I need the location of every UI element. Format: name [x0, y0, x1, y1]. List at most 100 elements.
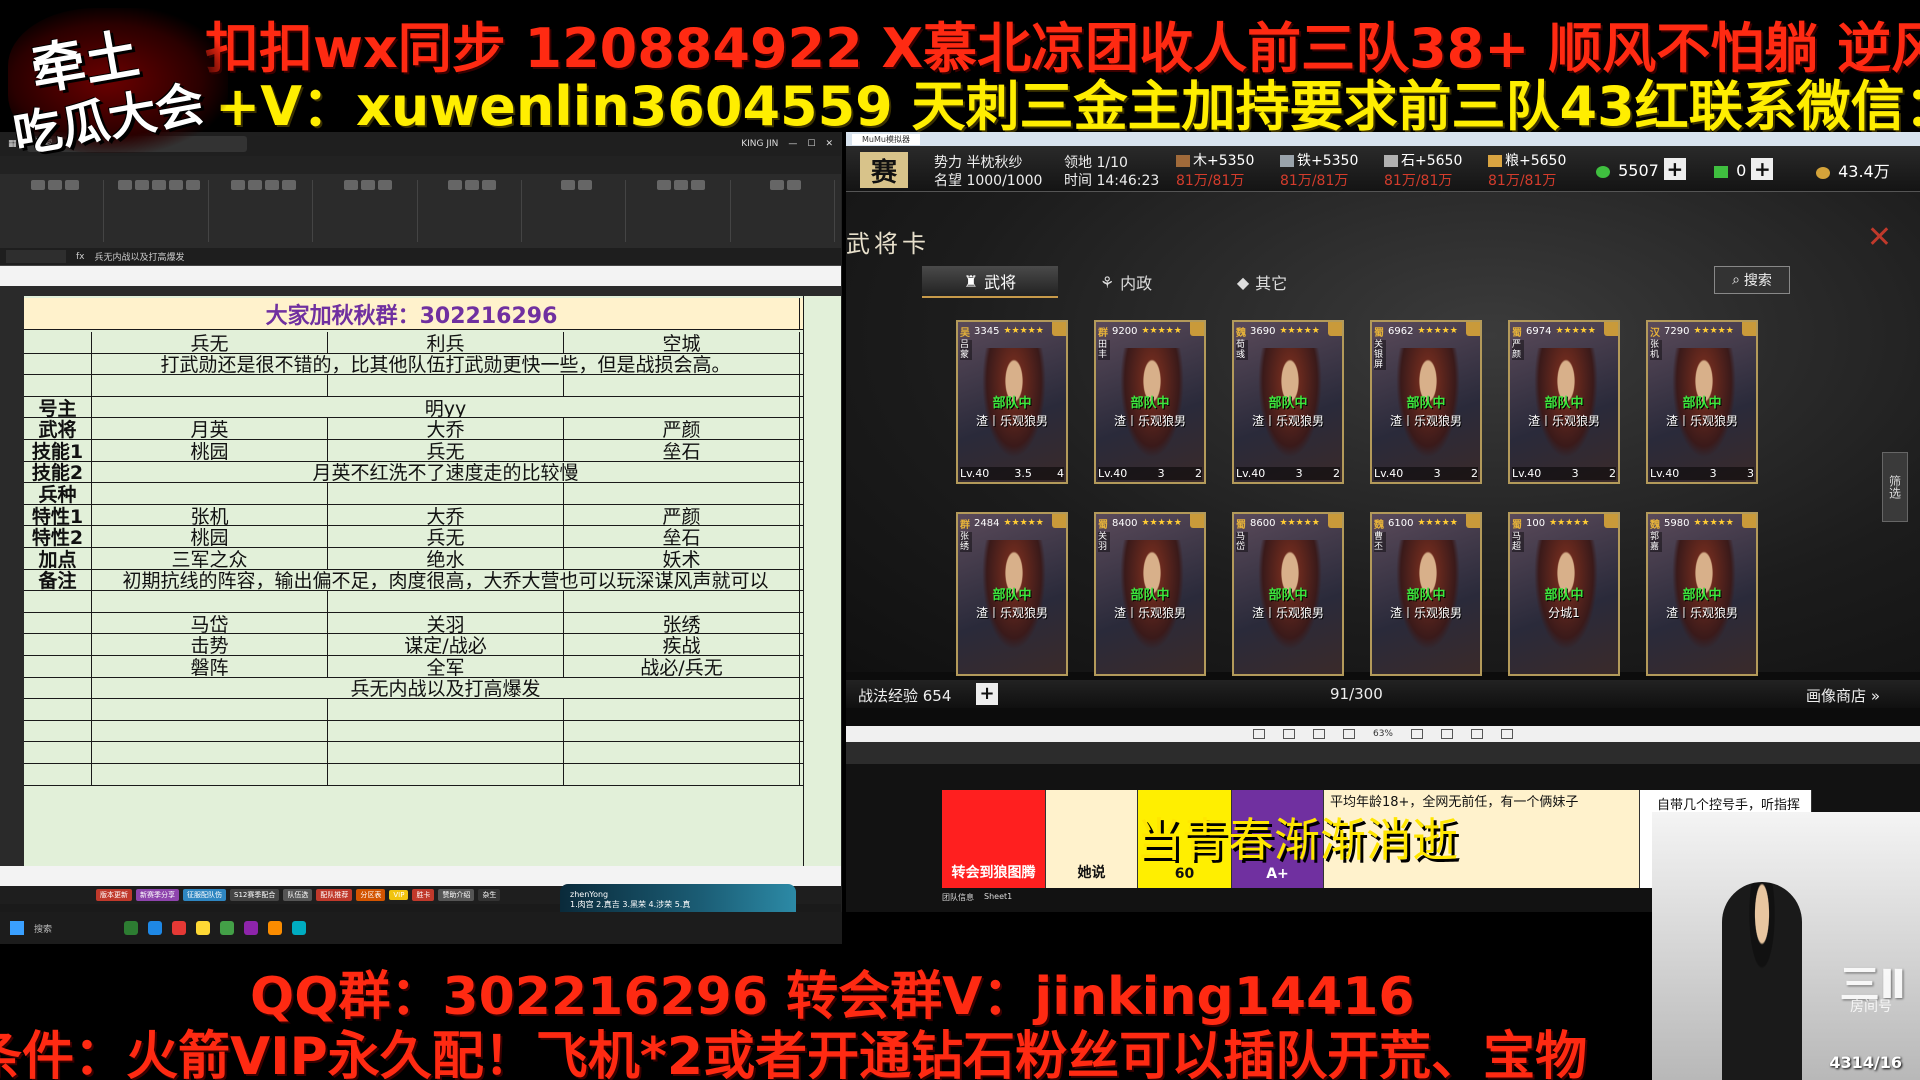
cell-b[interactable]: 月英: [92, 418, 328, 439]
ribbon-group-cells[interactable]: [528, 180, 627, 242]
general-card[interactable]: 魏 6100 ★★★★★ 曹丕 部队中 渣丨乐观狼男: [1370, 512, 1482, 676]
cell-d[interactable]: 疾战: [564, 634, 800, 655]
taskbar-app-icon[interactable]: [220, 921, 234, 935]
cell-label[interactable]: [24, 720, 92, 742]
ribbon-group-editing[interactable]: [632, 180, 731, 242]
merged-cell[interactable]: 打武勋还是很不错的，比其他队伍打武勋更快一些，但是战损会高。: [92, 353, 800, 375]
cell-d[interactable]: 严颜: [564, 418, 800, 439]
rotate-icon[interactable]: [1441, 729, 1453, 739]
cell-c[interactable]: 全军: [328, 656, 564, 677]
cell-label[interactable]: 特性1: [24, 504, 92, 526]
cell-b[interactable]: 马岱: [92, 612, 328, 634]
cell-label[interactable]: 兵种: [24, 483, 92, 504]
tab-2[interactable]: ⚘ 内政: [1058, 266, 1194, 298]
sheet-tab[interactable]: S12赛季配合: [230, 889, 280, 901]
cell-d[interactable]: 战必/兵无: [564, 656, 800, 677]
cell-b[interactable]: [92, 742, 328, 763]
general-card[interactable]: 群 2484 ★★★★★ 张绣 部队中 渣丨乐观狼男: [956, 512, 1068, 676]
sheet-tab[interactable]: 新赛季分享: [136, 889, 179, 901]
cell-b[interactable]: 击势: [92, 634, 328, 655]
sheet-tab[interactable]: VIP: [389, 890, 409, 900]
ribbon-group-analysis[interactable]: [737, 180, 835, 242]
sheet-tab[interactable]: 胜卡: [412, 889, 435, 901]
cell-b[interactable]: [92, 720, 328, 742]
cell-label[interactable]: 技能1: [24, 440, 92, 461]
cell-label[interactable]: 号主: [24, 396, 92, 418]
formula-content[interactable]: 兵无内战以及打高爆发: [95, 250, 185, 263]
sheet-tab[interactable]: 版本更新: [96, 889, 132, 901]
mini-cell-she-said[interactable]: 她说: [1046, 790, 1138, 888]
cell-c[interactable]: 大乔: [328, 504, 564, 526]
windows-start-icon[interactable]: [10, 921, 24, 935]
cell-b[interactable]: [92, 483, 328, 504]
zoom-in-icon[interactable]: [1411, 729, 1423, 739]
taskbar-app-icon[interactable]: [172, 921, 186, 935]
cell-label[interactable]: [24, 699, 92, 720]
ribbon-group-styles[interactable]: [424, 180, 522, 242]
cell-b[interactable]: [92, 591, 328, 612]
title-cell[interactable]: 大家加秋秋群：302216296: [24, 298, 800, 329]
portrait-shop-button[interactable]: 画像商店 »: [1806, 685, 1880, 706]
ribbon-group-clipboard[interactable]: [6, 180, 105, 242]
general-card[interactable]: 汉 7290 ★★★★★ 张机 部队中 渣丨乐观狼男 Lv.40 3 3: [1646, 320, 1758, 484]
cell-label[interactable]: [24, 332, 92, 353]
filter-button[interactable]: 筛选: [1882, 452, 1908, 522]
search-button[interactable]: ⌕ 搜索: [1714, 266, 1790, 294]
ribbon-group-number[interactable]: [319, 180, 418, 242]
cell-d[interactable]: [564, 699, 800, 720]
sheet-tab[interactable]: 杂生: [478, 889, 501, 901]
general-card[interactable]: 蜀 8600 ★★★★★ 马岱 部队中 渣丨乐观狼男: [1232, 512, 1344, 676]
cell-label[interactable]: 技能2: [24, 461, 92, 483]
taskbar-app-icon[interactable]: [196, 921, 210, 935]
cell-label[interactable]: 特性2: [24, 526, 92, 547]
ribbon-group-font[interactable]: [110, 180, 209, 242]
merged-cell[interactable]: 月英不红洗不了速度走的比较慢: [92, 461, 800, 483]
cell-c[interactable]: [328, 375, 564, 396]
cell-label[interactable]: [24, 591, 92, 612]
cell-d[interactable]: 张绣: [564, 612, 800, 634]
cell-b[interactable]: [92, 699, 328, 720]
cell-label[interactable]: [24, 656, 92, 677]
cell-d[interactable]: [564, 720, 800, 742]
download-icon[interactable]: [1501, 729, 1513, 739]
cell-d[interactable]: [564, 742, 800, 763]
sheet-tab[interactable]: 征服配队伤: [183, 889, 226, 901]
maximize-icon[interactable]: ☐: [807, 139, 815, 149]
cell-c[interactable]: [328, 699, 564, 720]
cell-label[interactable]: 备注: [24, 569, 92, 591]
cell-b[interactable]: 张机: [92, 504, 328, 526]
cell-c[interactable]: [328, 720, 564, 742]
cell-label[interactable]: [24, 353, 92, 375]
cell-c[interactable]: 谋定/战必: [328, 634, 564, 655]
cell-label[interactable]: [24, 764, 92, 785]
general-card[interactable]: 蜀 6962 ★★★★★ 关银屏 部队中 渣丨乐观狼男 Lv.40 3 2: [1370, 320, 1482, 484]
cell-d[interactable]: 妖术: [564, 548, 800, 569]
general-card[interactable]: 蜀 6974 ★★★★★ 严颜 部队中 渣丨乐观狼男 Lv.40 3 2: [1508, 320, 1620, 484]
cell-d[interactable]: [564, 375, 800, 396]
cell-c[interactable]: [328, 591, 564, 612]
crop-icon[interactable]: [1471, 729, 1483, 739]
tab-1[interactable]: ♜ 武将: [922, 266, 1058, 298]
sheet-tab[interactable]: 配队推荐: [316, 889, 353, 901]
cell-d[interactable]: 空城: [564, 332, 800, 353]
cell-c[interactable]: [328, 764, 564, 785]
merged-cell[interactable]: 明yy: [92, 396, 800, 418]
cell-b[interactable]: 桃园: [92, 526, 328, 547]
cell-label[interactable]: [24, 677, 92, 699]
zoom-out-icon[interactable]: [1342, 729, 1355, 739]
resource-3[interactable]: 石+5650 81万/81万: [1384, 150, 1462, 190]
notification-popup[interactable]: zhenYong 1.肉宫 2.真吉 3.黑荣 4.涉荣 5.真: [560, 884, 796, 912]
cell-label[interactable]: [24, 634, 92, 655]
cell-c[interactable]: 兵无: [328, 440, 564, 461]
general-card[interactable]: 蜀 8400 ★★★★★ 关羽 部队中 渣丨乐观狼男: [1094, 512, 1206, 676]
mini-sheet-tab[interactable]: Sheet1: [984, 892, 1012, 904]
cell-d[interactable]: [564, 591, 800, 612]
resource-1[interactable]: 木+5350 81万/81万: [1176, 150, 1254, 190]
merged-cell[interactable]: 兵无内战以及打高爆发: [92, 677, 800, 699]
sheet-tab[interactable]: 赞助介绍: [438, 889, 475, 901]
add-exp-button[interactable]: +: [976, 683, 998, 705]
name-box[interactable]: [6, 250, 66, 263]
general-card[interactable]: 魏 3690 ★★★★★ 荀彧 部队中 渣丨乐观狼男 Lv.40 3 2: [1232, 320, 1344, 484]
cell-d[interactable]: [564, 483, 800, 504]
general-card[interactable]: 吴 3345 ★★★★★ 吕蒙 部队中 渣丨乐观狼男 Lv.40 3.5 4: [956, 320, 1068, 484]
